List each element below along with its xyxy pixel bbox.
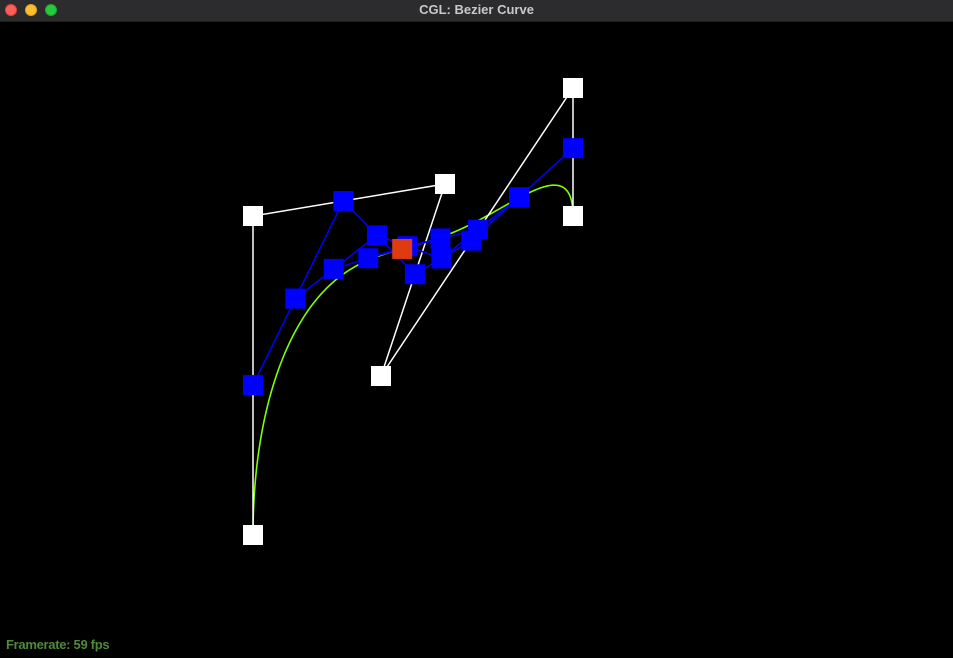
intermediate-point-l1-2 — [333, 190, 354, 211]
bezier-canvas[interactable] — [0, 22, 953, 658]
intermediate-point-l2-1 — [285, 288, 306, 309]
control-point-3[interactable] — [435, 174, 455, 194]
evaluated-curve-point — [392, 238, 413, 259]
intermediate-point-l1-3 — [404, 264, 425, 285]
app-window: CGL: Bezier Curve Framerate: 59 fps — [0, 0, 953, 658]
title-bar[interactable]: CGL: Bezier Curve — [0, 0, 953, 22]
window-title: CGL: Bezier Curve — [419, 2, 534, 17]
control-polygon-layer — [252, 85, 574, 535]
intermediate-point-l3-3 — [467, 219, 488, 240]
control-polygon — [252, 85, 574, 535]
framerate-readout: Framerate: 59 fps — [6, 637, 110, 652]
control-point-5[interactable] — [563, 78, 583, 98]
intermediate-point-l4-1 — [358, 248, 379, 269]
intermediate-point-l1-5 — [563, 138, 583, 159]
bezier-drawing[interactable] — [0, 22, 953, 658]
control-point-2[interactable] — [243, 206, 263, 226]
intermediate-point-l2-3 — [431, 248, 452, 269]
intermediate-point-l2-4 — [509, 187, 530, 208]
intermediate-point-l3-1 — [323, 258, 344, 279]
control-point-4[interactable] — [371, 366, 391, 386]
intermediate-point-l4-2 — [430, 228, 451, 249]
intermediate-point-l2-2 — [366, 225, 387, 246]
control-point-6[interactable] — [563, 206, 583, 226]
intermediate-point-l1-1 — [243, 375, 263, 396]
control-point-1[interactable] — [243, 525, 263, 545]
points-layer[interactable] — [243, 78, 583, 545]
